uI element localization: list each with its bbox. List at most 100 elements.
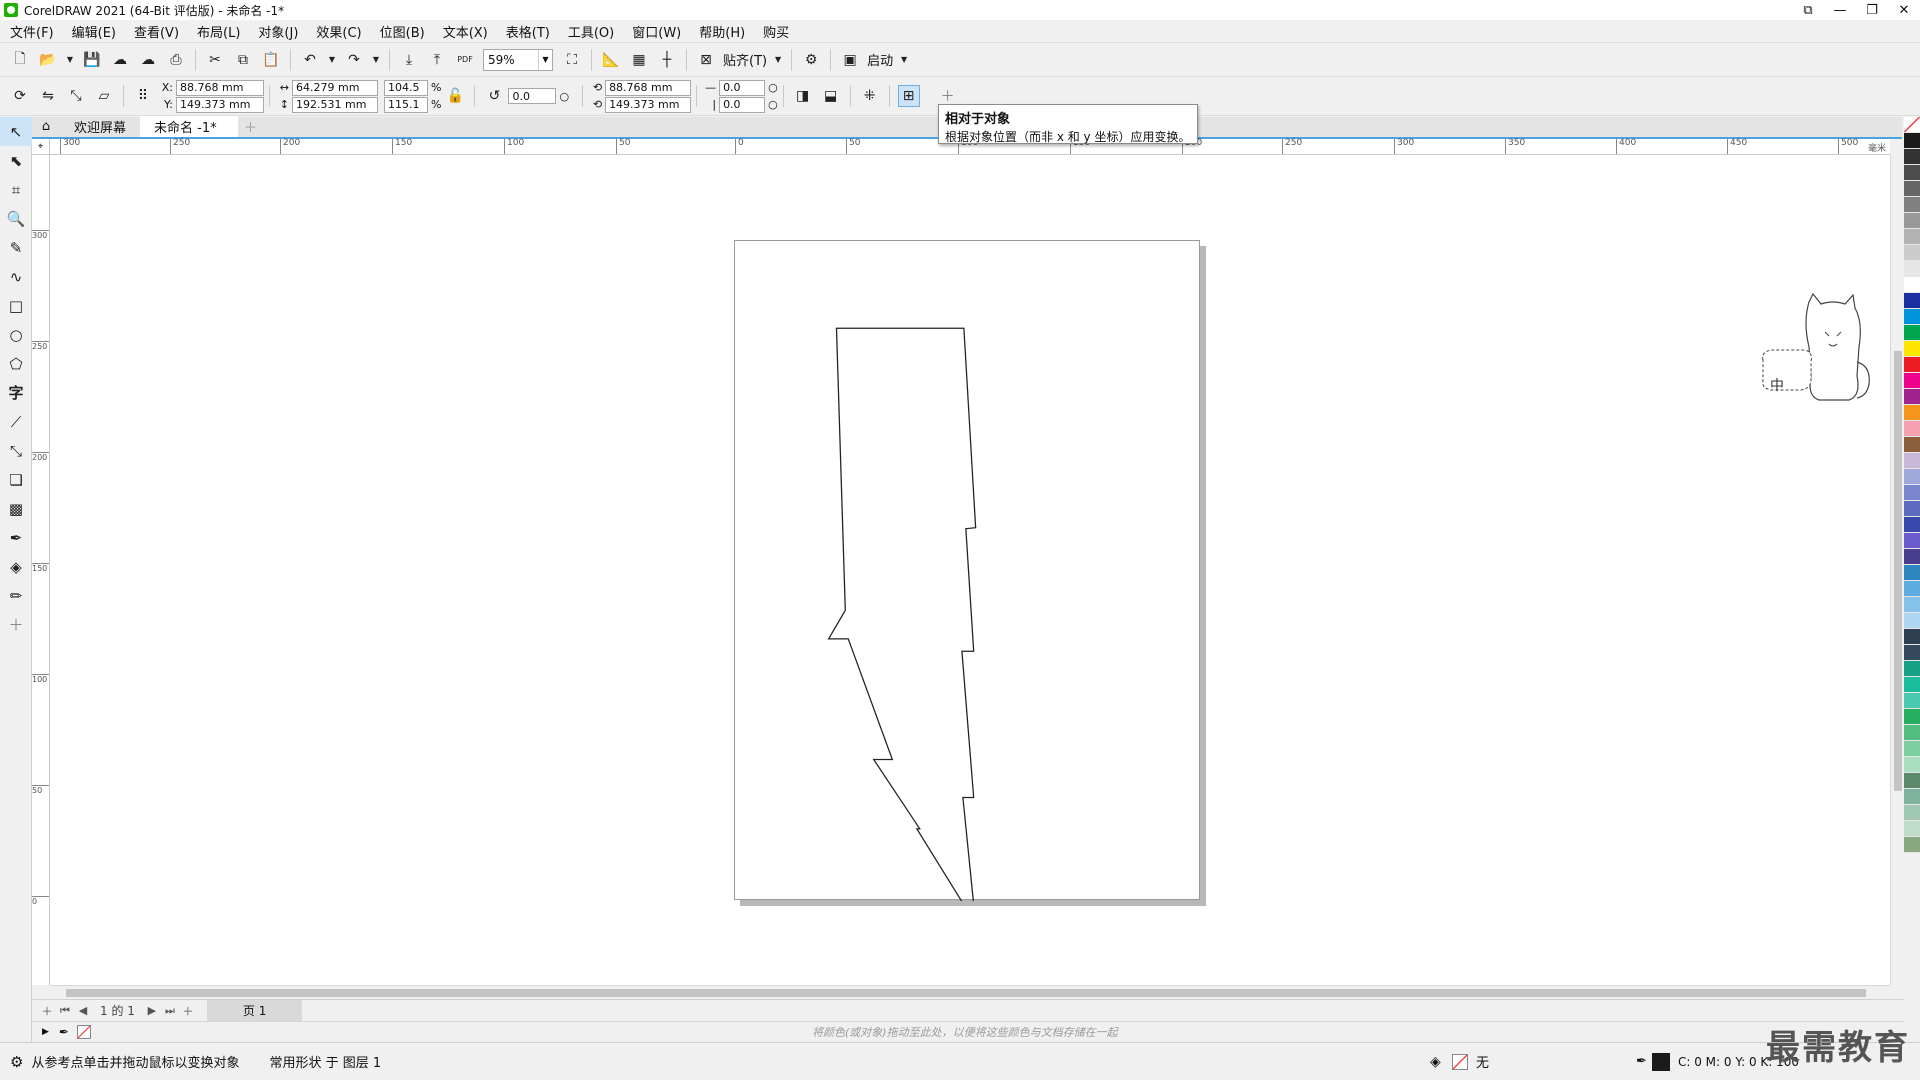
color-swatch[interactable] <box>1904 501 1920 517</box>
text-tool-icon[interactable]: 字 <box>0 378 32 407</box>
menu-help[interactable]: 帮助(H) <box>699 22 745 41</box>
outline-color-swatch[interactable] <box>1652 1052 1670 1071</box>
undo-dropdown-icon[interactable]: ▼ <box>327 49 337 71</box>
zoom-level-combo[interactable]: 59% ▼ <box>483 48 553 71</box>
paste-icon[interactable]: 📋 <box>260 49 282 71</box>
color-swatch[interactable] <box>1904 197 1920 213</box>
color-swatch[interactable] <box>1904 229 1920 245</box>
transparency-tool-icon[interactable]: ▩ <box>0 494 32 523</box>
color-swatch[interactable] <box>1904 789 1920 805</box>
relative-to-object-icon[interactable]: ⊞ <box>897 85 920 107</box>
last-page-icon[interactable]: ⏭ <box>161 1004 179 1018</box>
color-swatch[interactable] <box>1904 693 1920 709</box>
next-page-icon[interactable]: ▶ <box>143 1004 161 1017</box>
show-grid-icon[interactable]: ▦ <box>628 49 650 71</box>
color-swatch[interactable] <box>1904 533 1920 549</box>
maximize-button[interactable]: ❐ <box>1856 0 1888 20</box>
interactive-fill-tool-icon[interactable]: ◈ <box>0 552 32 581</box>
color-swatch[interactable] <box>1904 661 1920 677</box>
undo-icon[interactable]: ↶ <box>299 49 321 71</box>
color-swatch[interactable] <box>1904 517 1920 533</box>
color-swatch[interactable] <box>1904 133 1920 149</box>
export-icon[interactable]: ⤒ <box>426 49 448 71</box>
vertical-ruler[interactable]: 300 250 200 150 100 50 0 <box>32 155 50 985</box>
menu-effects[interactable]: 效果(C) <box>316 22 361 41</box>
vertical-scroll-thumb[interactable] <box>1894 351 1902 791</box>
drop-shadow-tool-icon[interactable]: ❏ <box>0 465 32 494</box>
skew-vertical-input[interactable]: 0.0 <box>719 96 766 113</box>
color-swatch[interactable] <box>1904 725 1920 741</box>
show-guidelines-icon[interactable]: ┼ <box>656 49 678 71</box>
apply-to-duplicate-icon[interactable]: ⁜ <box>859 85 881 107</box>
scale-x-input[interactable]: 104.5 <box>384 79 428 96</box>
first-page-icon[interactable]: ⏮ <box>56 1004 74 1018</box>
scale-mode-icon[interactable]: ⤡ <box>65 85 87 107</box>
color-swatch[interactable] <box>1904 741 1920 757</box>
color-swatch[interactable] <box>1904 421 1920 437</box>
horizontal-scroll-thumb[interactable] <box>66 989 1866 997</box>
add-page-after-icon[interactable]: ＋ <box>179 1003 197 1019</box>
color-swatch[interactable] <box>1904 165 1920 181</box>
close-button[interactable]: ✕ <box>1888 0 1920 20</box>
color-swatch[interactable] <box>1904 597 1920 613</box>
color-swatch[interactable] <box>1904 613 1920 629</box>
restore-panel-icon[interactable]: ⧉ <box>1792 0 1824 20</box>
crop-tool-icon[interactable]: ⌗ <box>0 175 32 204</box>
menu-table[interactable]: 表格(T) <box>506 22 550 41</box>
color-swatch[interactable] <box>1904 309 1920 325</box>
smart-fill-tool-icon[interactable]: ✏ <box>0 581 32 610</box>
cloud-download-icon[interactable]: ☁ <box>109 49 131 71</box>
color-swatch[interactable] <box>1904 277 1920 293</box>
color-swatch[interactable] <box>1904 341 1920 357</box>
shape-tool-icon[interactable]: ⬉ <box>0 146 32 175</box>
menu-view[interactable]: 查看(V) <box>134 22 179 41</box>
redo-icon[interactable]: ↷ <box>343 49 365 71</box>
tab-welcome-screen[interactable]: 欢迎屏幕 <box>60 116 140 137</box>
lightning-bolt-outline[interactable] <box>827 327 977 901</box>
color-swatch[interactable] <box>1904 437 1920 453</box>
color-swatch[interactable] <box>1904 565 1920 581</box>
color-swatch[interactable] <box>1904 213 1920 229</box>
ruler-origin-icon[interactable]: ⌖ <box>32 139 50 155</box>
color-swatch[interactable] <box>1904 149 1920 165</box>
copy-icon[interactable]: ⧉ <box>232 49 254 71</box>
color-swatch[interactable] <box>1904 549 1920 565</box>
lightning-bolt-shape[interactable] <box>735 241 1201 901</box>
status-gear-icon[interactable]: ⚙ <box>10 1053 23 1071</box>
document-page[interactable] <box>734 240 1201 901</box>
color-swatch[interactable] <box>1904 405 1920 421</box>
eyedropper-icon[interactable]: ✒ <box>59 1025 69 1039</box>
y-position-input[interactable]: 149.373 mm <box>176 96 264 113</box>
zoom-tool-icon[interactable]: 🔍 <box>0 204 32 233</box>
snap-dropdown-icon[interactable]: ▼ <box>773 49 783 71</box>
rotate-mode-icon[interactable]: ⟳ <box>9 85 31 107</box>
mirror-mode-icon[interactable]: ⇋ <box>37 85 59 107</box>
color-swatch[interactable] <box>1904 469 1920 485</box>
color-swatch[interactable] <box>1904 757 1920 773</box>
menu-bitmaps[interactable]: 位图(B) <box>380 22 425 41</box>
color-swatch[interactable] <box>1904 837 1920 853</box>
lock-ratio-icon[interactable]: 🔓 <box>444 85 466 107</box>
full-screen-icon[interactable]: ⛶ <box>561 49 583 71</box>
color-swatch[interactable] <box>1904 805 1920 821</box>
polygon-tool-icon[interactable]: ⬠ <box>0 349 32 378</box>
cut-icon[interactable]: ✂ <box>204 49 226 71</box>
color-swatch[interactable] <box>1904 645 1920 661</box>
reference-point-icon[interactable]: ⠿ <box>132 85 154 107</box>
mirror-horizontal-icon[interactable]: ◨ <box>792 85 814 107</box>
rotation-center-x-input[interactable]: 88.768 mm <box>605 79 692 96</box>
color-swatch[interactable] <box>1904 245 1920 261</box>
cloud-upload-icon[interactable]: ☁ <box>137 49 159 71</box>
x-position-input[interactable]: 88.768 mm <box>176 79 264 96</box>
parallel-dimension-tool-icon[interactable]: ⟋ <box>0 407 32 436</box>
chevron-down-icon[interactable]: ▼ <box>538 49 552 70</box>
color-swatch[interactable] <box>1904 677 1920 693</box>
menu-file[interactable]: 文件(F) <box>10 22 54 41</box>
mirror-vertical-icon[interactable]: ⬓ <box>820 85 842 107</box>
rotation-icon[interactable]: ↺ <box>483 85 505 107</box>
pick-tool-icon[interactable]: ↖ <box>0 117 32 146</box>
color-swatch[interactable] <box>1904 629 1920 645</box>
no-color-swatch[interactable] <box>76 1025 91 1039</box>
add-page-before-icon[interactable]: ＋ <box>38 1003 56 1019</box>
launch-icon[interactable]: ▣ <box>839 49 861 71</box>
